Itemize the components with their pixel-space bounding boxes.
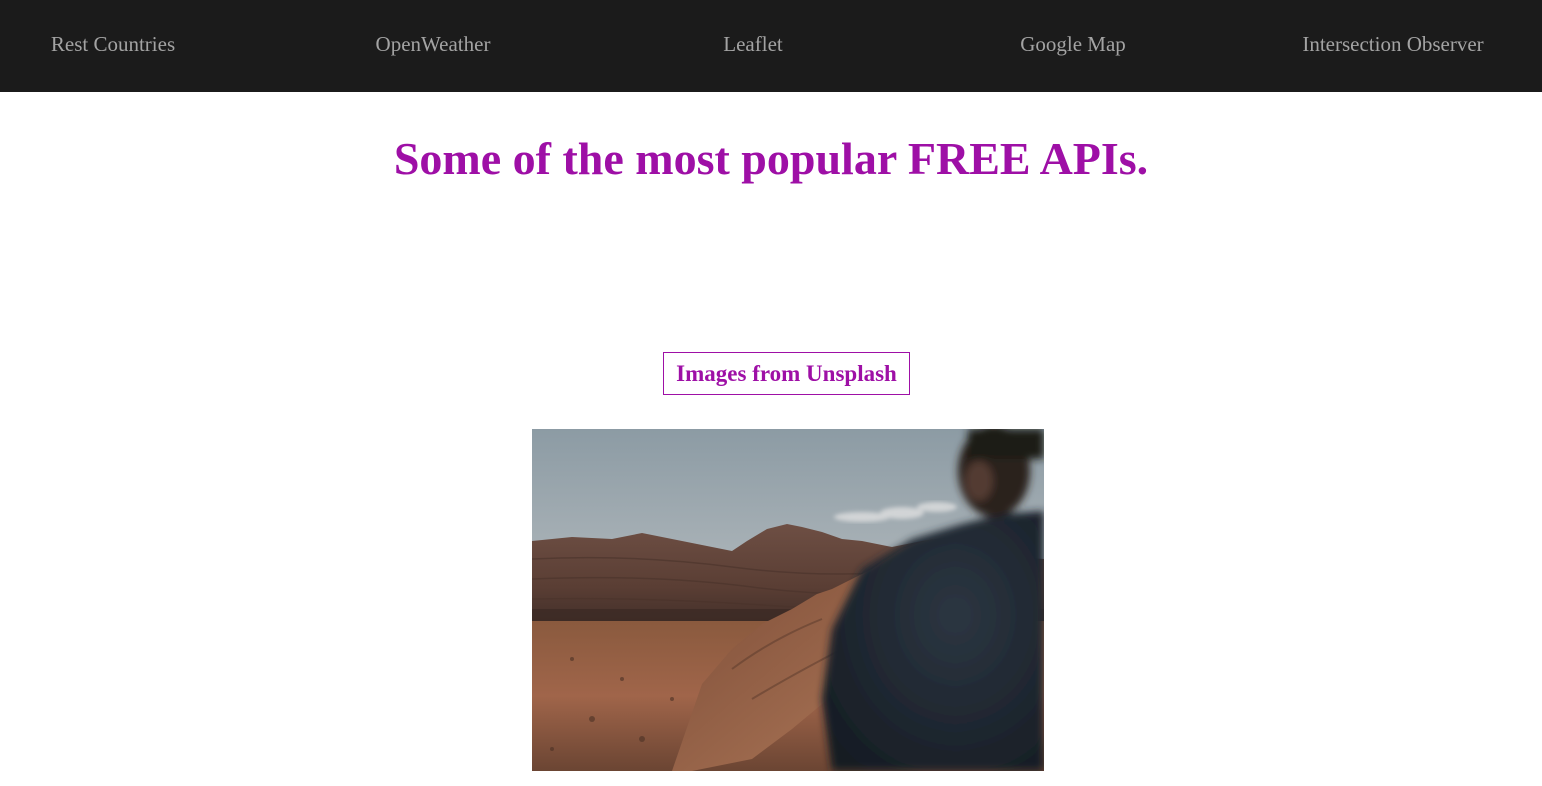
unsplash-photo	[532, 429, 1044, 771]
nav-link-google-map[interactable]: Google Map	[1020, 0, 1126, 88]
page-title: Some of the most popular FREE APIs.	[393, 133, 1149, 184]
nav-link-openweather[interactable]: OpenWeather	[376, 0, 491, 88]
nav-link-leaflet[interactable]: Leaflet	[723, 0, 782, 88]
top-navbar: Rest Countries OpenWeather Leaflet Googl…	[0, 0, 1542, 92]
desert-landscape-image	[532, 429, 1044, 771]
nav-link-rest-countries[interactable]: Rest Countries	[51, 0, 175, 88]
nav-link-intersection-observer[interactable]: Intersection Observer	[1302, 0, 1483, 88]
section-title-unsplash: Images from Unsplash	[663, 352, 910, 395]
